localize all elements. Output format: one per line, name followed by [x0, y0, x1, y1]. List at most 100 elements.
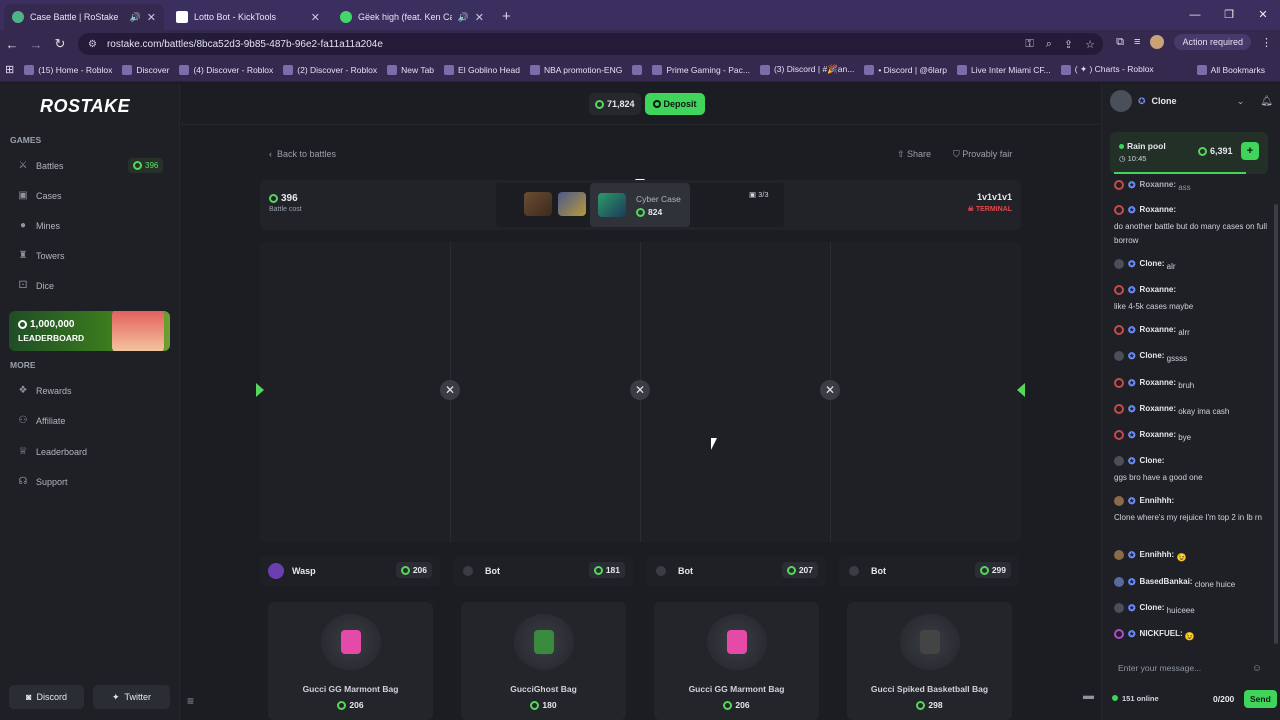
send-button[interactable]: Send	[1244, 690, 1277, 708]
bookmark-item[interactable]: El Goblino Head	[439, 64, 525, 75]
extensions-icon[interactable]: ⧉	[1116, 36, 1124, 49]
bookmark-item[interactable]: • Discord | @6larp	[859, 64, 952, 75]
twitter-button[interactable]: ✦ Twitter	[93, 685, 170, 709]
won-item-card[interactable]: Gucci Spiked Basketball Bag 298	[847, 602, 1012, 720]
case-thumbnail[interactable]	[558, 192, 586, 216]
browser-tab-rostake[interactable]: Case Battle | RoStake 🔊 ✕	[4, 4, 164, 30]
menu-dots-icon[interactable]: ⋮	[1261, 36, 1272, 49]
close-window-icon[interactable]: ✕	[1246, 0, 1280, 30]
sidebar-item-affiliate[interactable]: ⚇ Affiliate	[18, 415, 66, 426]
chat-message-input[interactable]: Enter your message... ☺	[1110, 658, 1270, 680]
audio-icon[interactable]: 🔊	[130, 12, 141, 23]
item-name: GucciGhost Bag	[510, 684, 577, 694]
provably-fair-button[interactable]: ⛉ Provably fair	[953, 149, 1012, 160]
star-rank-icon: ✪	[1128, 603, 1136, 613]
action-required-button[interactable]: Action required	[1174, 34, 1251, 50]
user-avatar	[1114, 285, 1124, 295]
sidebar-item-battles[interactable]: ⚔ Battles	[18, 160, 64, 171]
bookmark-item[interactable]: NBA promotion-ENG	[525, 64, 627, 75]
bookmark-item[interactable]: ( ✦ ) Charts - Roblox	[1056, 64, 1159, 75]
won-item-card[interactable]: Gucci GG Marmont Bag 206	[654, 602, 819, 720]
won-item-card[interactable]: Gucci GG Marmont Bag 206	[268, 602, 433, 720]
message-user[interactable]: NICKFUEL:	[1140, 627, 1183, 641]
sidebar-item-dice[interactable]: ⚀ Dice	[18, 280, 54, 291]
message-text: Clone where's my rejuice I'm top 2 in lb…	[1114, 513, 1263, 522]
message-user[interactable]: Roxanne:	[1140, 178, 1176, 192]
profile-avatar[interactable]	[1150, 35, 1165, 49]
close-tab-icon[interactable]: ✕	[475, 11, 484, 24]
message-user[interactable]: Ennihhh:	[1140, 494, 1175, 508]
bookmark-item[interactable]: (2) Discover - Roblox	[278, 64, 382, 75]
minimize-icon[interactable]: —	[1178, 0, 1212, 30]
current-case[interactable]: Cyber Case 824	[590, 183, 690, 227]
chat-scrollbar[interactable]	[1274, 204, 1278, 644]
new-tab-icon[interactable]: +	[492, 4, 521, 30]
message-user[interactable]: Roxanne:	[1140, 402, 1176, 416]
message-user[interactable]: BasedBankai:	[1140, 575, 1193, 589]
bookmark-item[interactable]: Prime Gaming - Pac...	[647, 64, 755, 75]
password-key-icon[interactable]: ⚿	[1025, 38, 1033, 51]
back-to-battles-link[interactable]: ‹ Back to battles	[269, 149, 336, 159]
message-user[interactable]: Clone:	[1140, 454, 1165, 468]
sidebar-item-support[interactable]: ☊ Support	[18, 476, 68, 487]
case-price: 824	[636, 207, 662, 218]
message-user[interactable]: Roxanne:	[1140, 376, 1176, 390]
bookmark-star-icon[interactable]: ☆	[1085, 38, 1095, 51]
back-arrow-icon[interactable]: ←	[0, 37, 24, 52]
message-user[interactable]: Roxanne:	[1140, 323, 1176, 337]
message-user[interactable]: Clone:	[1140, 349, 1165, 363]
message-user[interactable]: Ennihhh:	[1140, 548, 1175, 562]
globe-icon	[956, 64, 967, 75]
message-user[interactable]: Clone:	[1140, 257, 1165, 271]
zoom-icon[interactable]: ⌕	[1046, 38, 1052, 51]
case-thumbnail[interactable]	[524, 192, 552, 216]
apps-grid-icon[interactable]: ⊞	[0, 63, 19, 76]
close-tab-icon[interactable]: ✕	[147, 11, 156, 24]
browser-tab-kicktools[interactable]: Lotto Bot - KickTools ✕	[168, 4, 328, 30]
chat-toggle-icon[interactable]: ▬	[1083, 690, 1094, 702]
message-user[interactable]: Roxanne:	[1140, 283, 1176, 297]
bookmark-item[interactable]: Live Inter Miami CF...	[952, 64, 1056, 75]
discord-button[interactable]: ◙ Discord	[9, 685, 84, 709]
all-bookmarks[interactable]: All Bookmarks	[1192, 64, 1270, 75]
reload-icon[interactable]: ↻	[48, 36, 72, 52]
share-button[interactable]: ⇧ Share	[897, 149, 931, 160]
message-user[interactable]: Clone:	[1140, 601, 1165, 615]
collapse-sidebar-icon[interactable]: ≡	[187, 694, 194, 708]
tip-rain-button[interactable]: +	[1241, 142, 1259, 160]
maximize-icon[interactable]: ❐	[1212, 0, 1246, 30]
share-page-icon[interactable]: ⇪	[1064, 38, 1073, 51]
battle-cost-label: Battle cost	[269, 206, 302, 213]
leaderboard-banner[interactable]: 1,000,000 LEADERBOARD	[9, 311, 170, 351]
skull-icon: ☠	[967, 206, 976, 213]
bookmark-item[interactable]: (3) Discord | #🎉an...	[755, 64, 859, 75]
browser-tab-spotify[interactable]: Gëek high (feat. Ken Carson) 🔊 ✕	[332, 4, 492, 30]
bookmark-item[interactable]: (4) Discover - Roblox	[174, 64, 278, 75]
site-logo[interactable]: ROSTAKE	[40, 96, 130, 117]
bookmark-item[interactable]: Discover	[117, 64, 174, 75]
user-avatar[interactable]	[1110, 90, 1132, 112]
chevron-down-icon[interactable]: ⌄	[1237, 96, 1245, 107]
won-item-card[interactable]: GucciGhost Bag 180	[461, 602, 626, 720]
rostake-favicon-icon	[12, 11, 24, 23]
forward-arrow-icon[interactable]: →	[24, 37, 48, 52]
audio-icon[interactable]: 🔊	[458, 12, 469, 23]
sidebar-item-mines[interactable]: ● Mines	[18, 220, 60, 231]
bell-icon[interactable]: 🔔︎	[1260, 96, 1273, 107]
close-tab-icon[interactable]: ✕	[311, 11, 320, 24]
bookmark-item[interactable]: New Tab	[382, 64, 439, 75]
site-info-icon[interactable]: ⚙	[88, 39, 97, 50]
bookmark-label: • Discord | @6larp	[878, 64, 947, 75]
bookmark-item[interactable]	[627, 64, 647, 75]
sidebar-item-leaderboard[interactable]: ♕ Leaderboard	[18, 446, 88, 457]
sidebar-item-towers[interactable]: ♜ Towers	[18, 250, 65, 261]
deposit-button[interactable]: Deposit	[644, 93, 705, 115]
url-field[interactable]: ⚙ rostake.com/battles/8bca52d3-9b85-487b…	[78, 33, 1103, 55]
message-user[interactable]: Roxanne:	[1140, 428, 1176, 442]
message-user[interactable]: Roxanne:	[1140, 203, 1176, 217]
bookmark-item[interactable]: (15) Home - Roblox	[19, 64, 117, 75]
media-icon[interactable]: ≡	[1134, 36, 1140, 48]
emoji-icon[interactable]: ☺	[1252, 663, 1262, 674]
sidebar-item-cases[interactable]: ▣ Cases	[18, 190, 61, 201]
sidebar-item-rewards[interactable]: ❖ Rewards	[18, 385, 72, 396]
